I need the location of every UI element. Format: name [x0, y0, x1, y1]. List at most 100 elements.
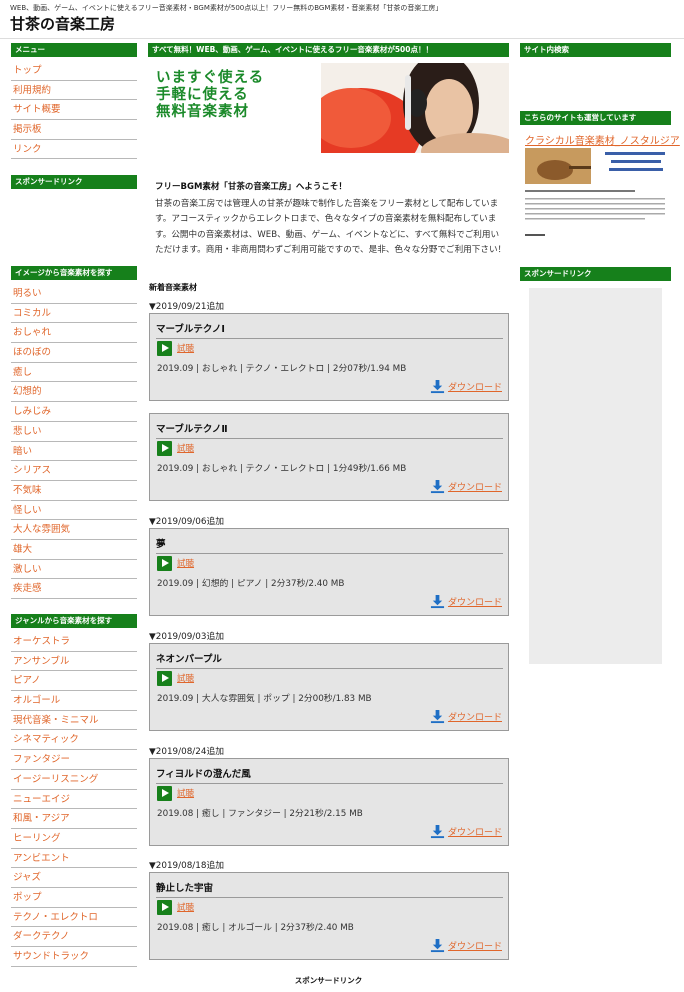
download-button[interactable]: ダウンロード [430, 937, 502, 953]
play-icon[interactable] [157, 556, 172, 571]
menu-item[interactable]: 掲示板 [11, 120, 137, 140]
menu-item[interactable]: 利用規約 [11, 81, 137, 101]
other-sites-section: こちらのサイトも運営しています [520, 111, 671, 125]
genre-item[interactable]: 現代音楽・ミニマル [11, 711, 137, 731]
play-icon[interactable] [157, 441, 172, 456]
image-category-item[interactable]: 怪しい [11, 501, 137, 521]
track-title: マーブルテクノⅡ [156, 421, 503, 439]
menu-item[interactable]: サイト概要 [11, 100, 137, 121]
welcome-section: フリーBGM素材「甘茶の音楽工房」へようこそ！ 甘茶の音楽工房では管理人の甘茶が… [155, 180, 507, 258]
welcome-title: フリーBGM素材「甘茶の音楽工房」へようこそ！ [155, 182, 347, 192]
image-category-item[interactable]: 幻想的 [11, 382, 137, 403]
track-meta: 2019.09 | おしゃれ | テクノ・エレクトロ | 2分07秒/1.94 … [157, 364, 407, 374]
download-button[interactable]: ダウンロード [430, 708, 502, 724]
download-label[interactable]: ダウンロード [448, 825, 502, 838]
play-icon[interactable] [157, 671, 172, 686]
image-category-item[interactable]: ほのぼの [11, 343, 137, 363]
site-tagline: WEB、動画、ゲーム、イベントに使えるフリー音楽素材・BGM素材が500点以上！… [10, 4, 443, 12]
image-category-item[interactable]: シリアス [11, 461, 137, 481]
genre-item[interactable]: ニューエイジ [11, 790, 137, 810]
genre-item[interactable]: 和風・アジア [11, 809, 137, 829]
welcome-body: 甘茶の音楽工房では管理人の甘茶が趣味で制作した音楽をフリー素材として配布していま… [155, 199, 507, 255]
hero-line: いますぐ使える [156, 70, 265, 86]
listen-link[interactable]: 試聴 [177, 557, 194, 569]
download-label[interactable]: ダウンロード [448, 939, 502, 952]
track-meta: 2019.09 | 大人な雰囲気 | ポップ | 2分00秒/1.83 MB [157, 694, 372, 704]
genre-item[interactable]: アンサンブル [11, 652, 137, 672]
image-category-item[interactable]: 明るい [11, 284, 137, 304]
download-icon [430, 824, 445, 838]
download-icon [430, 594, 445, 608]
image-category-item[interactable]: 癒し [11, 363, 137, 383]
download-icon [430, 379, 445, 393]
track-meta: 2019.09 | おしゃれ | テクノ・エレクトロ | 1分49秒/1.66 … [157, 464, 407, 474]
image-category-section: イメージから音楽素材を探す 明るい コミカル おしゃれ ほのぼの 癒し 幻想的 … [11, 266, 137, 599]
image-category-item[interactable]: 不気味 [11, 481, 137, 501]
genre-item[interactable]: テクノ・エレクトロ [11, 908, 137, 928]
genre-item[interactable]: イージーリスニング [11, 770, 137, 790]
header-divider [0, 38, 684, 39]
play-icon[interactable] [157, 900, 172, 915]
listen-link[interactable]: 試聴 [177, 901, 194, 913]
date-label: ▼2019/08/24追加 [149, 747, 225, 757]
download-icon [430, 479, 445, 493]
download-button[interactable]: ダウンロード [430, 593, 502, 609]
hero-banner: いますぐ使える 手軽に使える 無料音楽素材 [148, 63, 509, 153]
image-category-list: 明るい コミカル おしゃれ ほのぼの 癒し 幻想的 しみじみ 悲しい 暗い シリ… [11, 284, 137, 599]
image-category-item[interactable]: 悲しい [11, 422, 137, 442]
download-button[interactable]: ダウンロード [430, 823, 502, 839]
hero-headphone-image [321, 63, 509, 153]
image-category-heading: イメージから音楽素材を探す [11, 266, 137, 280]
menu-item[interactable]: トップ [11, 61, 137, 81]
download-button[interactable]: ダウンロード [430, 378, 502, 394]
listen-link[interactable]: 試聴 [177, 442, 194, 454]
menu-heading: メニュー [11, 43, 137, 57]
track-meta: 2019.08 | 癒し | ファンタジー | 2分21秒/2.15 MB [157, 809, 363, 819]
genre-item[interactable]: オルゴール [11, 691, 137, 711]
genre-item[interactable]: ポップ [11, 888, 137, 908]
genre-item[interactable]: サウンドトラック [11, 947, 137, 967]
image-category-item[interactable]: コミカル [11, 304, 137, 324]
listen-link[interactable]: 試聴 [177, 672, 194, 684]
image-category-item[interactable]: おしゃれ [11, 323, 137, 344]
genre-item[interactable]: シネマティック [11, 730, 137, 751]
image-category-item[interactable]: しみじみ [11, 402, 137, 422]
download-label[interactable]: ダウンロード [448, 595, 502, 608]
image-category-item[interactable]: 雄大 [11, 540, 137, 560]
genre-item[interactable]: ファンタジー [11, 750, 137, 770]
date-label: ▼2019/09/06追加 [149, 517, 225, 527]
site-title[interactable]: 甘茶の音楽工房 [10, 13, 115, 34]
genre-item[interactable]: ピアノ [11, 671, 137, 692]
date-label: ▼2019/09/03追加 [149, 632, 225, 642]
track-title: ネオンパープル [156, 651, 503, 669]
right-sponsor-heading: スポンサードリンク [520, 267, 671, 281]
nostalgia-site-link[interactable]: クラシカル音楽素材_ノスタルジア [525, 132, 680, 147]
image-category-item[interactable]: 大人な雰囲気 [11, 520, 137, 540]
download-label[interactable]: ダウンロード [448, 480, 502, 493]
date-label: ▼2019/08/18追加 [149, 861, 225, 871]
listen-link[interactable]: 試聴 [177, 342, 194, 354]
image-category-item[interactable]: 暗い [11, 442, 137, 462]
track-card: マーブルテクノⅠ 試聴 2019.09 | おしゃれ | テクノ・エレクトロ |… [149, 313, 509, 401]
play-icon[interactable] [157, 341, 172, 356]
nostalgia-banner-image[interactable] [525, 148, 671, 240]
image-category-item[interactable]: 激しい [11, 560, 137, 580]
genre-heading: ジャンルから音楽素材を探す [11, 614, 137, 628]
track-title: マーブルテクノⅠ [156, 321, 503, 339]
download-button[interactable]: ダウンロード [430, 478, 502, 494]
genre-item[interactable]: ダークテクノ [11, 927, 137, 947]
genre-item[interactable]: ジャズ [11, 868, 137, 888]
menu-item[interactable]: リンク [11, 140, 137, 160]
track-title: 静止した宇宙 [156, 880, 503, 898]
listen-link[interactable]: 試聴 [177, 787, 194, 799]
search-heading: サイト内検索 [520, 43, 671, 57]
play-icon[interactable] [157, 786, 172, 801]
other-sites-heading: こちらのサイトも運営しています [520, 111, 671, 125]
genre-item[interactable]: オーケストラ [11, 632, 137, 652]
genre-item[interactable]: アンビエント [11, 849, 137, 869]
track-meta: 2019.08 | 癒し | オルゴール | 2分37秒/2.40 MB [157, 923, 354, 933]
download-label[interactable]: ダウンロード [448, 710, 502, 723]
image-category-item[interactable]: 疾走感 [11, 579, 137, 599]
download-label[interactable]: ダウンロード [448, 380, 502, 393]
genre-item[interactable]: ヒーリング [11, 829, 137, 849]
